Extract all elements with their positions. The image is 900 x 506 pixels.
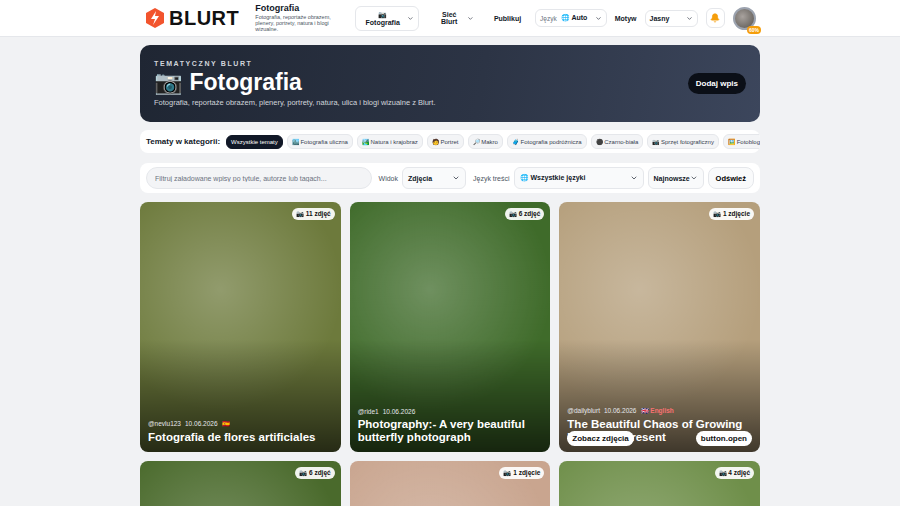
site-description: Fotografia, reportaże obrazem, plenery, … xyxy=(255,14,339,33)
post-card[interactable]: 📷 4 zdjęć xyxy=(559,461,760,506)
photo-count-badge: 📷 11 zdjęć xyxy=(292,208,335,220)
topic-chip[interactable]: 🏙️ Fotografia uliczna xyxy=(287,134,353,149)
post-card[interactable]: 📷 1 zdjęcie xyxy=(350,461,551,506)
avatar-badge: 60% xyxy=(747,26,761,34)
post-date: 10.06.2026 xyxy=(383,408,416,415)
post-card[interactable]: 📷 11 zdjęć @nevlu123 10.06.2026 🇪🇸 Fotografi… xyxy=(140,202,341,452)
header-inner: BLURT FotografiaFotografia, reportaże obr… xyxy=(140,0,760,36)
content-language-label: Język treści xyxy=(473,175,510,182)
topic-chip[interactable]: ⚫ Czarno-biała xyxy=(591,134,644,149)
page: BLURTFotografiaFotografia, reportaże obr… xyxy=(0,0,900,506)
post-meta: @dailyblurt 10.06.2026 🇬🇧 English xyxy=(567,407,752,415)
post-title[interactable]: Photography:- A very beautiful butterfly… xyxy=(358,418,543,444)
avatar[interactable]: 60% xyxy=(733,7,756,30)
content-language-select[interactable]: 🌐 Wszystkie języki xyxy=(514,167,644,189)
post-title[interactable]: Fotografia de flores artificiales xyxy=(148,431,333,444)
post-date: 10.06.2026 xyxy=(604,407,637,415)
post-card[interactable]: 📷 6 zdjęć xyxy=(140,461,341,506)
hero-title: 📷 Fotografia xyxy=(154,69,436,95)
hero-text: TEMATYCZNY BLURT 📷 Fotografia Fotografia, … xyxy=(154,60,436,106)
post-language: 🇪🇸 xyxy=(222,420,230,428)
blurt-logo-icon xyxy=(144,7,166,29)
topic-chip[interactable]: 🧳 Fotografia podróżnicza xyxy=(507,134,587,149)
post-author[interactable]: @ride1 xyxy=(358,408,379,415)
card-actions: Zobacz zdjęcia button.open xyxy=(567,431,752,446)
theme-label: Motyw xyxy=(615,15,637,22)
photo-count-badge: 📷 6 zdjęć xyxy=(295,467,334,479)
header: BLURT FotografiaFotografia, reportaże obr… xyxy=(0,0,900,37)
topics-bar: Tematy w kategorii: Wszystkie tematy 🏙️ Fo… xyxy=(140,130,760,153)
post-card[interactable]: 📷 1 zdjęcie @dailyblurt 10.06.2026 🇬🇧 Engli… xyxy=(559,202,760,452)
nav-item[interactable]: 📷 Fotografia xyxy=(355,6,420,31)
post-meta: @ride1 10.06.2026 xyxy=(358,408,543,415)
language-label: Język xyxy=(540,15,557,22)
photo-count-badge: 📷 1 zdjęcie xyxy=(709,208,754,220)
topic-chip[interactable]: 🖼️ Fotoblog xyxy=(723,134,760,149)
posts-grid: 📷 11 zdjęć @nevlu123 10.06.2026 🇪🇸 Fotografi… xyxy=(140,202,760,506)
photo-count-badge: 📷 1 zdjęcie xyxy=(499,467,544,479)
topic-chip[interactable]: 🏞️ Natura i krajobraz xyxy=(357,134,423,149)
hero-subtitle: Fotografia, reportaże obrazem, plenery, … xyxy=(154,98,436,107)
post-card[interactable]: 📷 6 zdjęć @ride1 10.06.2026 Photography:- A… xyxy=(350,202,551,452)
photo-count-badge: 📷 6 zdjęć xyxy=(505,208,544,220)
language-select[interactable]: Język 🌐 Auto xyxy=(535,9,607,27)
notifications-button[interactable] xyxy=(706,8,725,28)
topics-label: Tematy w kategorii: xyxy=(146,137,220,146)
language-value: 🌐 Auto xyxy=(561,14,591,22)
chevron-down-icon xyxy=(630,174,638,182)
filters-bar: Widok Zdjęcia Język treści 🌐 Wszystkie języ… xyxy=(140,163,760,193)
bell-icon xyxy=(710,13,720,23)
post-language: 🇬🇧 English xyxy=(641,407,674,415)
chevron-down-icon xyxy=(690,174,698,182)
card-action-button[interactable]: button.open xyxy=(696,431,752,446)
topic-chip[interactable]: 🧑 Portret xyxy=(427,134,464,149)
chevron-down-icon xyxy=(686,15,693,22)
site-info: FotografiaFotografia, reportaże obrazem,… xyxy=(255,3,339,32)
topic-chip[interactable]: 🔎 Makro xyxy=(468,134,503,149)
theme-value: Jasny xyxy=(650,15,682,22)
post-author[interactable]: @nevlu123 xyxy=(148,420,181,428)
photo-count-badge: 📷 4 zdjęć xyxy=(715,467,754,479)
add-post-button[interactable]: Dodaj wpis xyxy=(688,73,746,94)
nav-item[interactable]: Publikuj xyxy=(488,10,527,27)
refresh-button[interactable]: Odśwież xyxy=(708,167,754,189)
view-select[interactable]: Zdjęcia xyxy=(402,167,466,189)
nav-item[interactable]: Sieć Blurt xyxy=(427,6,479,30)
chevron-down-icon xyxy=(407,15,414,22)
hero: TEMATYCZNY BLURT 📷 Fotografia Fotografia, … xyxy=(140,45,760,122)
post-meta: @nevlu123 10.06.2026 🇪🇸 xyxy=(148,420,333,428)
card-action-button[interactable]: Zobacz zdjęcia xyxy=(567,431,633,446)
view-label: Widok xyxy=(379,175,398,182)
topic-chip[interactable]: 📷 Sprzęt fotograficzny xyxy=(647,134,719,149)
post-date: 10.06.2026 xyxy=(185,420,218,428)
topic-chip[interactable]: Wszystkie tematy xyxy=(226,135,283,149)
search-input[interactable] xyxy=(146,167,372,189)
logo-text: BLURT xyxy=(169,7,239,30)
hero-eyebrow: TEMATYCZNY BLURT xyxy=(154,60,436,67)
logo[interactable]: BLURT xyxy=(144,7,239,30)
chevron-down-icon xyxy=(595,15,602,22)
sort-select[interactable]: Najnowsze xyxy=(648,167,704,189)
post-author[interactable]: @dailyblurt xyxy=(567,407,600,415)
chevron-down-icon xyxy=(452,174,460,182)
theme-select[interactable]: Jasny xyxy=(645,10,698,27)
chevron-down-icon xyxy=(467,15,474,22)
site-title: Fotografia xyxy=(255,3,339,13)
